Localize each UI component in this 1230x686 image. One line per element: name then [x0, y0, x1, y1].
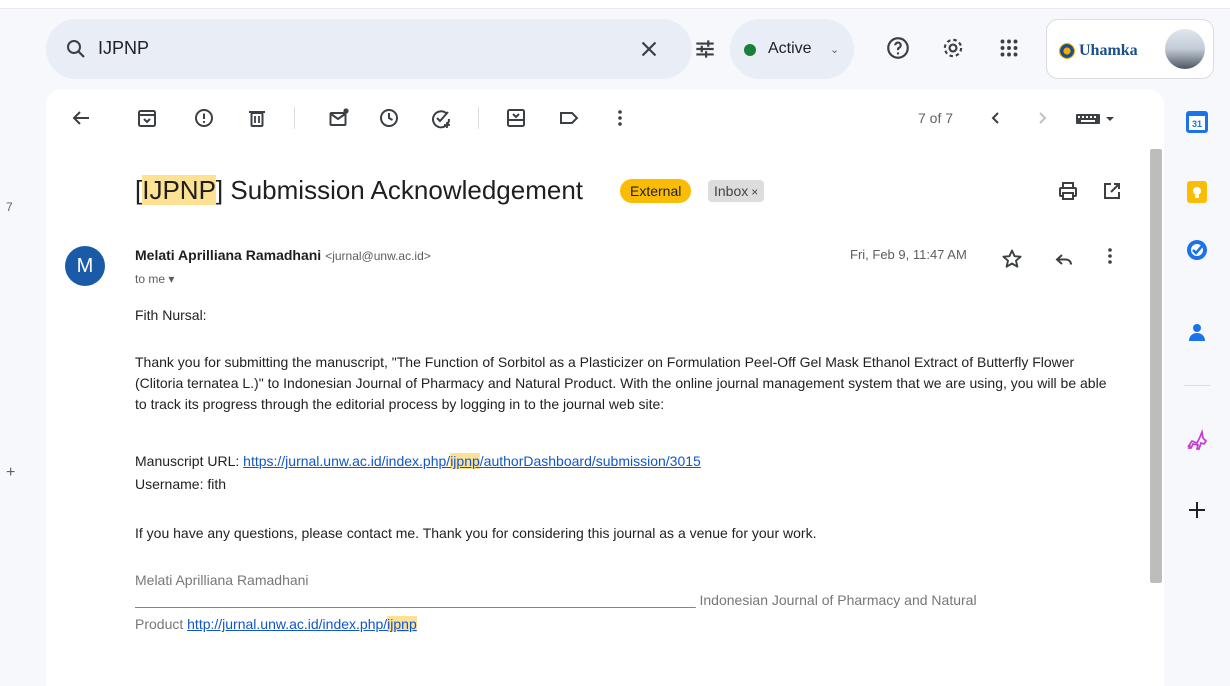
avatar[interactable]: [1165, 29, 1205, 69]
email-closing-paragraph: If you have any questions, please contac…: [135, 525, 817, 541]
gear-icon[interactable]: [940, 35, 966, 61]
message-more-icon[interactable]: [1098, 244, 1122, 268]
scrollbar-thumb[interactable]: [1150, 149, 1162, 583]
signature-journal: Indonesian Journal of Pharmacy and Natur…: [699, 592, 977, 608]
top-strip: [0, 0, 1230, 9]
report-spam-icon[interactable]: [192, 106, 216, 130]
email-date: Fri, Feb 9, 11:47 AM: [850, 247, 967, 262]
toolbar-divider: [478, 107, 479, 129]
email-paragraph: Thank you for submitting the manuscript,…: [135, 354, 1107, 412]
email-greeting: Fith Nursal:: [135, 307, 207, 323]
keep-notes-icon[interactable]: [1184, 179, 1210, 205]
contacts-icon[interactable]: [1184, 319, 1210, 345]
account-switcher[interactable]: Uhamka: [1046, 19, 1214, 79]
manuscript-url-link[interactable]: https://jurnal.unw.ac.id/index.php/ijpnp…: [243, 453, 701, 469]
remove-label-icon[interactable]: ×: [751, 185, 758, 199]
username-line: Username: fith: [135, 476, 227, 492]
calendar-icon[interactable]: 31: [1184, 109, 1210, 135]
archive-icon[interactable]: [135, 106, 159, 130]
reply-icon[interactable]: [1052, 247, 1076, 271]
more-options-icon[interactable]: [608, 106, 632, 130]
sender-name-text: Melati Aprilliana Ramadhani: [135, 247, 322, 263]
subject-text: ] Submission Acknowledgement: [215, 175, 584, 205]
side-panel-rail: 31: [1170, 89, 1230, 686]
newer-chevron-left-icon[interactable]: [984, 106, 1008, 130]
clear-search-icon[interactable]: [636, 36, 662, 62]
signature-journal-line: ________________________________________…: [135, 590, 1125, 611]
get-addons-plus-icon[interactable]: [1184, 497, 1210, 523]
journal-url-link[interactable]: http://jurnal.unw.ac.id/index.php/ijpnp: [187, 616, 417, 632]
move-to-icon[interactable]: [504, 106, 528, 130]
active-status-dot-icon: [744, 44, 756, 56]
back-arrow-icon[interactable]: [69, 106, 93, 130]
input-tools-keyboard-icon[interactable]: [1074, 106, 1120, 130]
manuscript-url-label: Manuscript URL:: [135, 453, 244, 469]
status-label: Active: [768, 40, 812, 57]
add-task-icon[interactable]: [429, 106, 453, 130]
toolbar-divider: [294, 107, 295, 129]
email-subject: [IJPNP] Submission Acknowledgement: [135, 175, 583, 206]
rail-divider: [1184, 385, 1210, 386]
signature-product-line: Product http://jurnal.unw.ac.id/index.ph…: [135, 614, 1125, 635]
sender-name[interactable]: Melati Aprilliana Ramadhani <jurnal@unw.a…: [135, 247, 431, 263]
older-chevron-right-icon[interactable]: [1030, 106, 1054, 130]
apps-grid-icon[interactable]: [996, 35, 1022, 61]
left-edge-symbol: +: [6, 464, 16, 481]
status-selector[interactable]: Active ⌄: [730, 19, 854, 79]
subject-highlight: IJPNP: [142, 175, 216, 205]
search-icon[interactable]: [64, 37, 88, 61]
pagination-count: 7 of 7: [918, 110, 954, 126]
svg-text:31: 31: [1192, 119, 1202, 129]
organization-logo-text: Uhamka: [1079, 42, 1138, 59]
print-icon[interactable]: [1056, 179, 1080, 203]
recipient-text: to me: [135, 272, 166, 286]
seal-icon: [1059, 43, 1075, 59]
addon-unicorn-icon[interactable]: [1184, 429, 1210, 455]
email-toolbar: 7 of 7: [46, 89, 1164, 147]
manuscript-url-line: Manuscript URL: https://jurnal.unw.ac.id…: [135, 451, 1125, 472]
chevron-down-icon: ▾: [168, 272, 175, 286]
search-input[interactable]: IJPNP: [98, 38, 149, 59]
help-icon[interactable]: [885, 35, 911, 61]
recipient-details[interactable]: to me ▾: [135, 272, 174, 286]
organization-logo: Uhamka: [1059, 42, 1138, 60]
snooze-clock-icon[interactable]: [377, 106, 401, 130]
search-options-icon[interactable]: [692, 36, 718, 62]
star-icon[interactable]: [1000, 247, 1024, 271]
signature-name: Melati Aprilliana Ramadhani: [135, 572, 309, 588]
open-in-new-window-icon[interactable]: [1100, 179, 1124, 203]
sender-avatar[interactable]: M: [65, 246, 105, 286]
mark-unread-icon[interactable]: [327, 106, 351, 130]
signature-rule: ________________________________________…: [135, 592, 696, 608]
trash-icon[interactable]: [245, 106, 269, 130]
external-label-badge: External: [620, 179, 692, 203]
tasks-icon[interactable]: [1184, 237, 1210, 263]
signature-product: Product: [135, 616, 188, 632]
chevron-down-icon: ⌄: [830, 44, 840, 56]
left-edge-number: 7: [6, 200, 13, 214]
label-icon[interactable]: [557, 106, 581, 130]
sender-email: <jurnal@unw.ac.id>: [325, 249, 431, 263]
inbox-label-badge: Inbox ×: [708, 180, 765, 202]
email-view: 7 of 7 [IJPNP] Submission Acknowledgemen…: [46, 89, 1164, 686]
search-bar[interactable]: IJPNP: [46, 19, 714, 79]
inbox-label-text: Inbox: [714, 183, 749, 199]
